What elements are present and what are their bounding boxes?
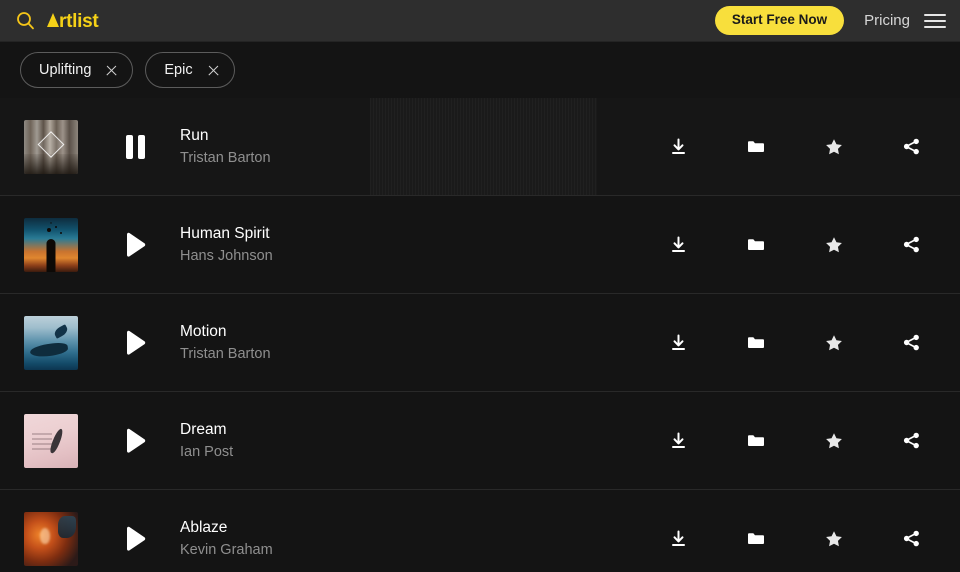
hamburger-bar bbox=[924, 25, 946, 28]
folder-icon[interactable] bbox=[718, 519, 796, 559]
play-icon[interactable] bbox=[118, 424, 152, 458]
row-actions bbox=[640, 421, 960, 461]
share-icon[interactable] bbox=[873, 519, 951, 559]
filter-chip-label: Uplifting bbox=[39, 61, 92, 78]
share-icon[interactable] bbox=[873, 323, 951, 363]
hamburger-bar bbox=[924, 13, 946, 16]
folder-icon[interactable] bbox=[718, 421, 796, 461]
play-icon[interactable] bbox=[118, 228, 152, 262]
hamburger-menu-icon[interactable] bbox=[924, 12, 946, 30]
start-free-now-button[interactable]: Start Free Now bbox=[714, 5, 845, 36]
table-row[interactable]: Run Tristan Barton bbox=[0, 98, 960, 196]
download-icon[interactable] bbox=[640, 225, 718, 265]
album-artwork[interactable] bbox=[24, 315, 78, 370]
track-artist[interactable]: Tristan Barton bbox=[180, 346, 380, 362]
artlist-logo[interactable]: rtlist bbox=[47, 11, 99, 32]
row-actions bbox=[640, 519, 960, 559]
pause-icon[interactable] bbox=[118, 130, 152, 164]
track-info: Ablaze Kevin Graham bbox=[180, 520, 380, 557]
star-icon[interactable] bbox=[795, 519, 873, 559]
row-actions bbox=[640, 323, 960, 363]
folder-icon[interactable] bbox=[718, 323, 796, 363]
row-actions bbox=[640, 225, 960, 265]
track-title[interactable]: Ablaze bbox=[180, 520, 380, 536]
download-icon[interactable] bbox=[640, 127, 718, 167]
play-icon[interactable] bbox=[118, 326, 152, 360]
star-icon[interactable] bbox=[795, 127, 873, 167]
album-artwork[interactable] bbox=[24, 413, 78, 468]
track-artist[interactable]: Kevin Graham bbox=[180, 542, 380, 558]
album-artwork[interactable] bbox=[24, 119, 78, 174]
share-icon[interactable] bbox=[873, 127, 951, 167]
track-info: Motion Tristan Barton bbox=[180, 324, 380, 361]
search-icon[interactable] bbox=[10, 6, 40, 36]
track-artist[interactable]: Hans Johnson bbox=[180, 248, 380, 264]
track-info: Human Spirit Hans Johnson bbox=[180, 226, 380, 263]
track-list: Run Tristan Barton Human Spirit Hans Joh… bbox=[0, 98, 960, 572]
logo-triangle-icon bbox=[47, 13, 59, 27]
active-filters-bar: Uplifting Epic bbox=[0, 42, 960, 98]
track-info: Dream Ian Post bbox=[180, 422, 380, 459]
share-icon[interactable] bbox=[873, 421, 951, 461]
pricing-link[interactable]: Pricing bbox=[864, 12, 910, 29]
track-artist[interactable]: Ian Post bbox=[180, 444, 380, 460]
filter-chip-label: Epic bbox=[164, 61, 193, 78]
pause-bars bbox=[125, 134, 145, 159]
hamburger-bar bbox=[924, 19, 946, 22]
folder-icon[interactable] bbox=[718, 225, 796, 265]
star-icon[interactable] bbox=[795, 421, 873, 461]
table-row[interactable]: Human Spirit Hans Johnson bbox=[0, 196, 960, 294]
logo-text: rtlist bbox=[59, 11, 99, 32]
table-row[interactable]: Motion Tristan Barton bbox=[0, 294, 960, 392]
close-icon[interactable] bbox=[105, 64, 118, 77]
track-artist[interactable]: Tristan Barton bbox=[180, 150, 380, 166]
row-actions bbox=[640, 127, 960, 167]
download-icon[interactable] bbox=[640, 421, 718, 461]
download-icon[interactable] bbox=[640, 323, 718, 363]
track-info: Run Tristan Barton bbox=[180, 128, 380, 165]
close-icon[interactable] bbox=[207, 64, 220, 77]
share-icon[interactable] bbox=[873, 225, 951, 265]
filter-chip-epic[interactable]: Epic bbox=[145, 52, 235, 88]
folder-icon[interactable] bbox=[718, 127, 796, 167]
pause-bar bbox=[137, 134, 145, 159]
track-title[interactable]: Run bbox=[180, 128, 380, 144]
filter-chip-uplifting[interactable]: Uplifting bbox=[20, 52, 134, 88]
top-header: rtlist Start Free Now Pricing bbox=[0, 0, 960, 42]
track-title[interactable]: Dream bbox=[180, 422, 380, 438]
play-icon[interactable] bbox=[118, 522, 152, 556]
table-row[interactable]: Ablaze Kevin Graham bbox=[0, 490, 960, 572]
star-icon[interactable] bbox=[795, 323, 873, 363]
star-icon[interactable] bbox=[795, 225, 873, 265]
track-title[interactable]: Motion bbox=[180, 324, 380, 340]
waveform-panel[interactable] bbox=[370, 98, 597, 195]
track-title[interactable]: Human Spirit bbox=[180, 226, 380, 242]
album-artwork[interactable] bbox=[24, 511, 78, 566]
artlist-music-browser: rtlist Start Free Now Pricing Uplifting … bbox=[0, 0, 960, 572]
download-icon[interactable] bbox=[640, 519, 718, 559]
album-artwork[interactable] bbox=[24, 217, 78, 272]
pause-bar bbox=[125, 134, 133, 159]
table-row[interactable]: Dream Ian Post bbox=[0, 392, 960, 490]
